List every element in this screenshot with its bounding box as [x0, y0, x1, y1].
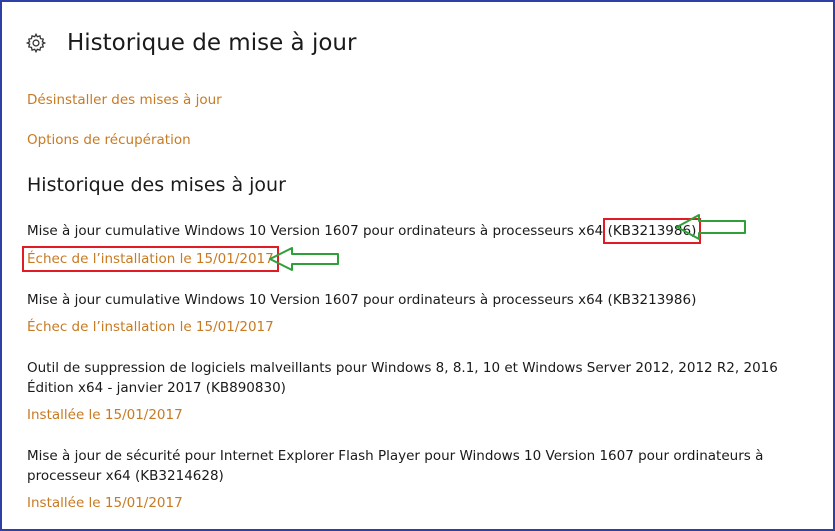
- gear-icon: [25, 32, 47, 54]
- update-status-link[interactable]: Installée le 15/01/2017: [27, 407, 183, 423]
- annotation-arrow-icon: [676, 214, 746, 240]
- update-title-text: Mise à jour cumulative Windows 10 Versio…: [27, 223, 608, 239]
- update-item-title: Outil de suppression de logiciels malvei…: [27, 360, 778, 396]
- section-title: Historique des mises à jour: [27, 174, 286, 196]
- update-item-title: Mise à jour de sécurité pour Internet Ex…: [27, 448, 764, 484]
- uninstall-updates-link[interactable]: Désinstaller des mises à jour: [27, 92, 222, 108]
- window-frame: Historique de mise à jour Désinstaller d…: [0, 0, 835, 531]
- page-title: Historique de mise à jour: [67, 30, 357, 56]
- update-status-link[interactable]: Installée le 15/01/2017: [27, 495, 183, 511]
- update-status-link[interactable]: Échec de l’installation le 15/01/2017: [22, 246, 279, 272]
- update-item-title: Mise à jour cumulative Windows 10 Versio…: [27, 292, 697, 308]
- update-status-link[interactable]: Échec de l’installation le 15/01/2017: [27, 319, 274, 335]
- annotation-arrow-icon: [269, 247, 339, 271]
- recovery-options-link[interactable]: Options de récupération: [27, 132, 191, 148]
- page-header: Historique de mise à jour: [25, 30, 356, 56]
